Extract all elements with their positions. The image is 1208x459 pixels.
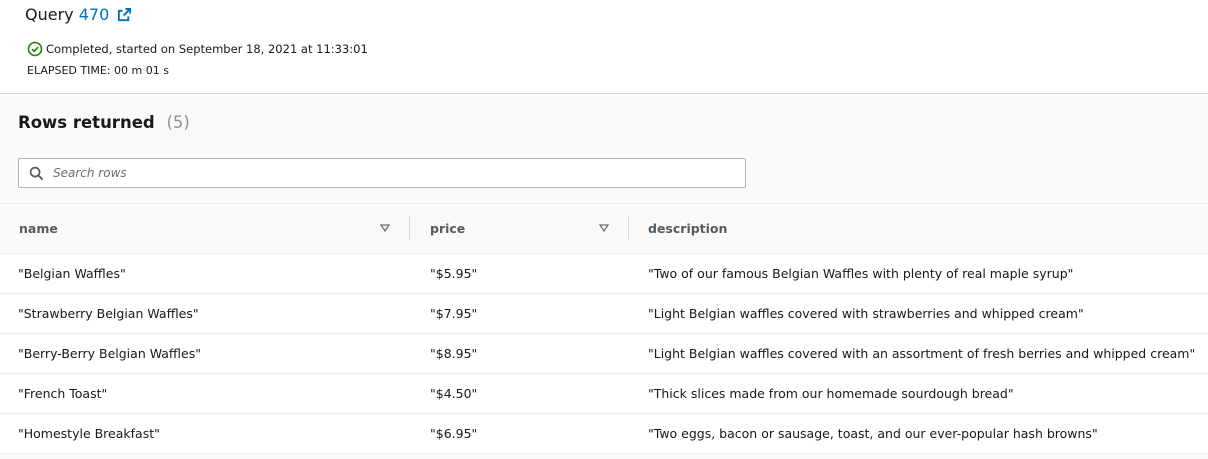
search-box[interactable] xyxy=(18,158,746,188)
table-row: "Berry-Berry Belgian Waffles" "$8.95" "L… xyxy=(0,333,1208,374)
status-success-icon xyxy=(27,41,43,57)
column-header-price[interactable]: price xyxy=(410,203,629,254)
cell-description: "Light Belgian waffles covered with an a… xyxy=(629,333,1208,374)
cell-name: "Strawberry Belgian Waffles" xyxy=(0,293,410,334)
cell-name: "Belgian Waffles" xyxy=(0,253,410,294)
cell-description: "Thick slices made from our homemade sou… xyxy=(629,373,1208,414)
rows-returned-heading: Rows returned (5) xyxy=(18,112,190,134)
cell-name: "French Toast" xyxy=(0,373,410,414)
table-row: "Belgian Waffles" "$5.95" "Two of our fa… xyxy=(0,253,1208,294)
cell-name: "Berry-Berry Belgian Waffles" xyxy=(0,333,410,374)
cell-price: "$8.95" xyxy=(410,333,629,374)
results-panel: Rows returned (5) name price xyxy=(0,93,1208,459)
table-row: "French Toast" "$4.50" "Thick slices mad… xyxy=(0,373,1208,414)
search-input[interactable] xyxy=(53,163,733,183)
column-label: name xyxy=(19,221,58,236)
column-label: price xyxy=(430,221,466,236)
column-header-name[interactable]: name xyxy=(0,203,410,254)
cell-price: "$6.95" xyxy=(410,413,629,454)
query-label: Query xyxy=(25,5,74,24)
table-row: "Strawberry Belgian Waffles" "$7.95" "Li… xyxy=(0,293,1208,334)
query-id-link[interactable]: 470 xyxy=(79,5,110,24)
cell-price: "$7.95" xyxy=(410,293,629,334)
query-status-text: Completed, started on September 18, 2021… xyxy=(46,42,368,56)
sort-caret-down-icon[interactable] xyxy=(599,223,609,233)
cell-name: "Homestyle Breakfast" xyxy=(0,413,410,454)
query-status: Completed, started on September 18, 2021… xyxy=(27,41,368,57)
cell-description: "Two of our famous Belgian Waffles with … xyxy=(629,253,1208,294)
external-link-icon[interactable] xyxy=(117,7,132,22)
rows-returned-title: Rows returned xyxy=(18,113,155,132)
cell-description: "Two eggs, bacon or sausage, toast, and … xyxy=(629,413,1208,454)
column-header-description[interactable]: description xyxy=(629,203,1208,254)
results-table: name price description "Belgian Waffles"… xyxy=(0,203,1208,454)
table-header-row: name price description xyxy=(0,203,1208,254)
column-label: description xyxy=(648,221,728,236)
cell-price: "$4.50" xyxy=(410,373,629,414)
table-row: "Homestyle Breakfast" "$6.95" "Two eggs,… xyxy=(0,413,1208,454)
cell-description: "Light Belgian waffles covered with stra… xyxy=(629,293,1208,334)
rows-returned-count: (5) xyxy=(166,113,190,132)
query-title: Query 470 xyxy=(25,4,132,26)
query-summary: Query 470 Completed, started on Septembe… xyxy=(0,0,1208,93)
elapsed-time: ELAPSED TIME: 00 m 01 s xyxy=(27,64,169,77)
search-icon xyxy=(29,166,44,181)
cell-price: "$5.95" xyxy=(410,253,629,294)
sort-caret-down-icon[interactable] xyxy=(380,223,390,233)
